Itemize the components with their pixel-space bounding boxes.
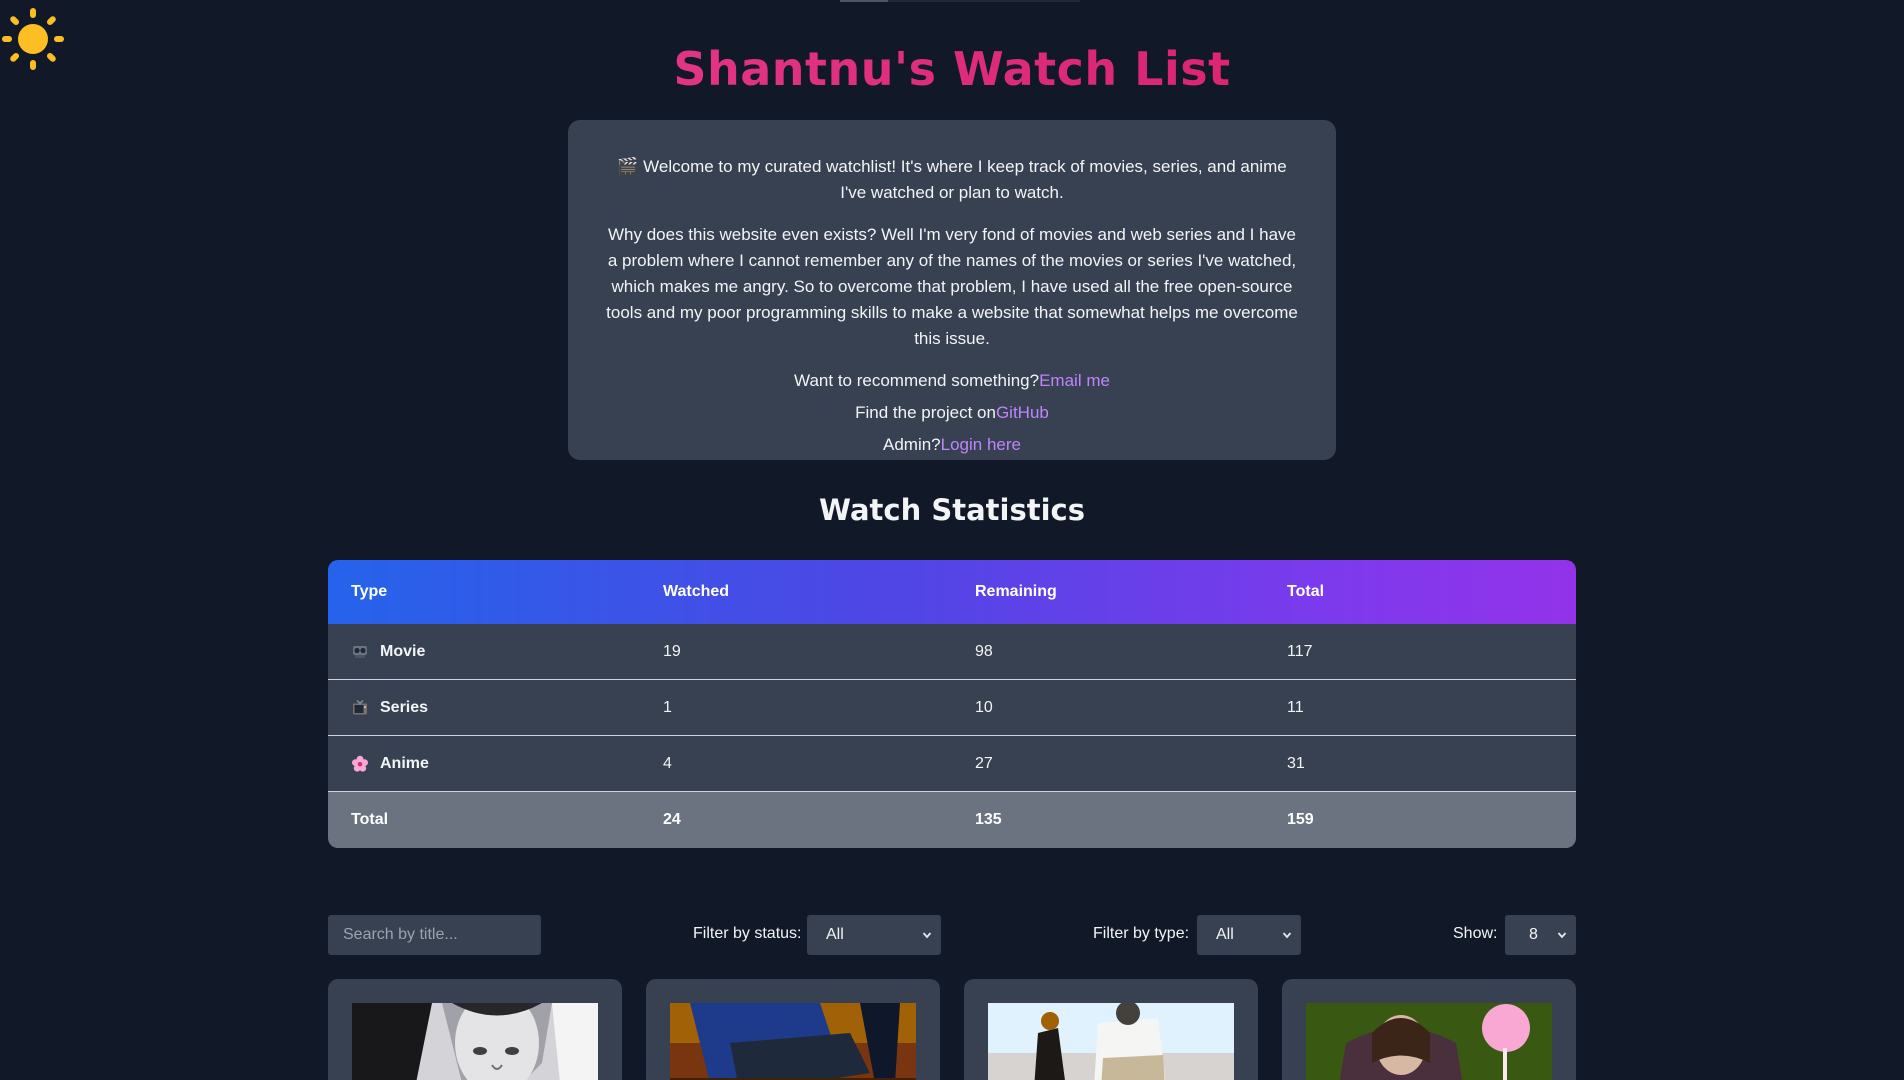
total-cell: 11 <box>1287 698 1304 716</box>
status-filter-value: All <box>826 926 844 943</box>
total-remaining: 135 <box>975 811 1002 828</box>
header-total: Total <box>1287 583 1325 600</box>
header-watched: Watched <box>663 583 730 600</box>
header-remaining: Remaining <box>975 583 1057 600</box>
show-count-value: 8 <box>1529 926 1538 943</box>
poster-image <box>988 1003 1234 1080</box>
recommend-line: Want to recommend something?Email me <box>604 368 1300 394</box>
top-scroll-indicator-active <box>840 0 888 2</box>
total-total: 159 <box>1287 811 1314 828</box>
page-title: Shantnu's Watch List <box>0 42 1904 96</box>
watched-cell: 4 <box>663 754 672 772</box>
total-cell: 117 <box>1287 642 1313 660</box>
email-me-link[interactable]: Email me <box>1039 371 1110 390</box>
chevron-down-icon <box>1557 932 1567 939</box>
remaining-cell: 10 <box>975 698 993 716</box>
film-projector-icon <box>353 645 367 658</box>
stats-header-row: Type Watched Remaining Total <box>328 560 1576 624</box>
remaining-cell: 98 <box>975 642 993 660</box>
top-scroll-indicator <box>840 0 1080 2</box>
stats-total-row: Total 24 135 159 <box>328 792 1576 848</box>
watch-list-cards <box>328 979 1576 1080</box>
page: Shantnu's Watch List 🎬 Welcome to my cur… <box>0 0 1904 1080</box>
github-text: Find the project on <box>855 403 996 422</box>
admin-text: Admin? <box>883 435 941 454</box>
poster-artwork <box>352 1003 598 1080</box>
total-cell: 31 <box>1287 754 1305 772</box>
chevron-down-icon <box>1282 932 1292 939</box>
poster-image <box>352 1003 598 1080</box>
poster-artwork <box>988 1003 1234 1080</box>
type-name: Anime <box>380 754 429 772</box>
type-filter-label: Filter by type: <box>1093 925 1190 942</box>
github-link[interactable]: GitHub <box>996 403 1049 422</box>
television-icon <box>353 699 367 714</box>
show-count-select[interactable]: 8 <box>1505 915 1576 955</box>
poster-image <box>670 1003 916 1080</box>
search-input[interactable] <box>328 915 541 955</box>
admin-line: Admin?Login here <box>604 432 1300 458</box>
recommend-text: Want to recommend something? <box>794 371 1040 390</box>
total-label: Total <box>351 811 389 828</box>
type-cell: Movie <box>328 643 640 661</box>
watched-cell: 19 <box>663 642 681 660</box>
type-filter-select[interactable]: All <box>1197 915 1301 955</box>
login-link[interactable]: Login here <box>941 435 1021 454</box>
watch-card[interactable] <box>964 979 1258 1080</box>
poster-image <box>1306 1003 1552 1080</box>
cherry-blossom-icon <box>352 755 368 772</box>
filter-controls: Filter by status: All Filter by type: Al… <box>328 915 1576 955</box>
watched-cell: 1 <box>663 698 672 716</box>
stats-row-anime: Anime 4 27 31 <box>328 736 1576 792</box>
show-count-label: Show: <box>1453 925 1498 942</box>
watch-card[interactable] <box>328 979 622 1080</box>
stats-table: Type Watched Remaining Total Movie 19 98… <box>328 560 1576 848</box>
stats-row-movie: Movie 19 98 117 <box>328 624 1576 680</box>
chevron-down-icon <box>922 932 932 939</box>
type-name: Series <box>380 698 429 716</box>
intro-panel: 🎬 Welcome to my curated watchlist! It's … <box>568 120 1336 460</box>
type-cell: Series <box>328 699 640 717</box>
type-name: Movie <box>380 642 426 660</box>
intro-why-text: Why does this website even exists? Well … <box>606 225 1298 348</box>
poster-artwork <box>1306 1003 1552 1080</box>
stats-title: Watch Statistics <box>819 493 1085 527</box>
watch-card[interactable] <box>646 979 940 1080</box>
intro-welcome-text: 🎬 Welcome to my curated watchlist! It's … <box>617 157 1287 202</box>
total-watched: 24 <box>663 811 681 828</box>
status-filter-select[interactable]: All <box>807 915 941 955</box>
github-line: Find the project onGitHub <box>604 400 1300 426</box>
type-cell: Anime <box>328 755 640 773</box>
watch-card[interactable] <box>1282 979 1576 1080</box>
type-filter-value: All <box>1216 926 1234 943</box>
poster-artwork <box>670 1003 916 1080</box>
header-type: Type <box>351 583 388 600</box>
stats-row-series: Series 1 10 11 <box>328 680 1576 736</box>
remaining-cell: 27 <box>975 754 993 772</box>
status-filter-label: Filter by status: <box>693 925 802 942</box>
